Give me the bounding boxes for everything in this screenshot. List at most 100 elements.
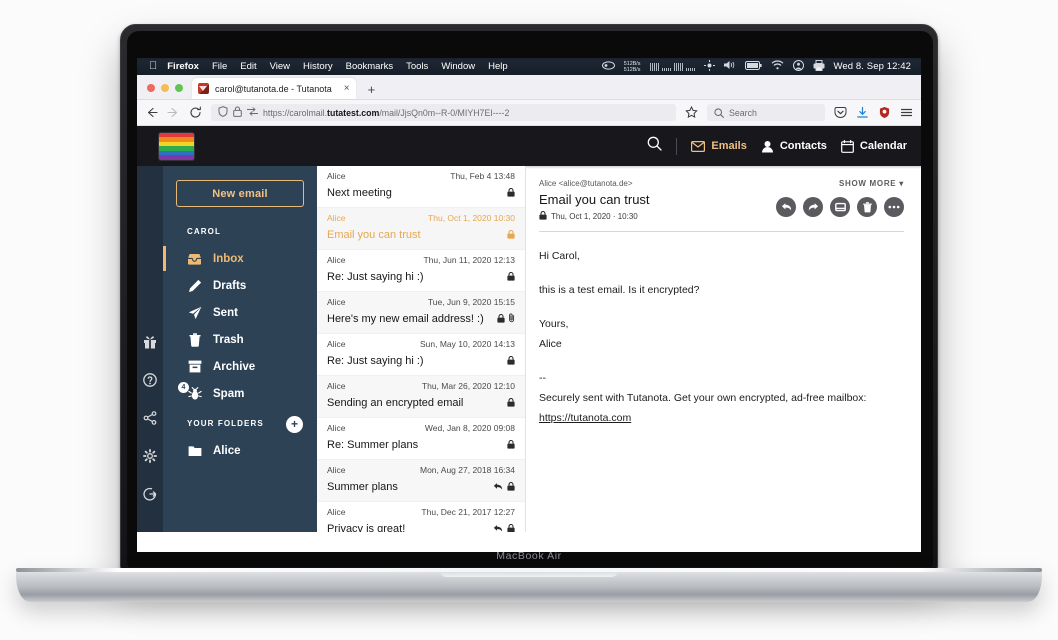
- pocket-icon[interactable]: [834, 106, 847, 119]
- tutanota-pride-logo-icon[interactable]: [159, 132, 194, 160]
- menu-tools[interactable]: Tools: [406, 61, 428, 72]
- mail-sender: Alice: [327, 171, 346, 181]
- close-tab-icon[interactable]: ×: [338, 83, 350, 94]
- mail-detail-header: Alice <alice@tutanota.de> Email you can …: [539, 179, 904, 222]
- table-row[interactable]: Alice Thu, Jun 11, 2020 12:13 Re: Just say…: [317, 250, 525, 292]
- sidebar-item-trash[interactable]: Trash: [163, 326, 317, 353]
- browser-tab[interactable]: carol@tutanota.de - Tutanota ×: [192, 78, 356, 99]
- download-icon[interactable]: [856, 106, 869, 119]
- account-label: CAROL: [187, 227, 221, 236]
- window-controls: [145, 84, 192, 99]
- mail-list[interactable]: Alice Thu, Feb 4 13:48 Next meeting Alice Th…: [137, 58, 921, 532]
- menubar-clock[interactable]: Wed 8. Sep 12:42: [834, 61, 911, 72]
- search-icon[interactable]: [647, 136, 663, 156]
- menu-window[interactable]: Window: [441, 61, 475, 72]
- delete-button[interactable]: [857, 197, 877, 217]
- menu-help[interactable]: Help: [488, 61, 508, 72]
- reply-button[interactable]: [776, 197, 796, 217]
- address-bar[interactable]: https://carolmail.tutatest.com/mail/JjsQ…: [211, 104, 676, 121]
- printer-icon[interactable]: [813, 59, 825, 74]
- tab-title: carol@tutanota.de - Tutanota: [215, 83, 332, 94]
- tutanota-link[interactable]: https://tutanota.com: [539, 412, 631, 424]
- add-folder-button[interactable]: +: [286, 415, 303, 433]
- mail-date: Mon, Aug 27, 2018 16:34: [420, 465, 515, 475]
- mail-subject: Email you can trust: [327, 229, 421, 241]
- browser-navbar: https://carolmail.tutatest.com/mail/JjsQ…: [137, 100, 921, 126]
- nav-divider: [676, 137, 678, 155]
- encrypted-lock-icon: [507, 478, 515, 496]
- table-row[interactable]: Alice Thu, Oct 1, 2020 10:30 Email you can…: [317, 208, 525, 250]
- browser-search-box[interactable]: Search: [707, 104, 825, 121]
- table-row[interactable]: Alice Mon, Aug 27, 2018 16:34 Summer plans: [317, 460, 525, 502]
- reload-icon[interactable]: [189, 106, 202, 119]
- laptop-base-lip: [16, 568, 1042, 572]
- back-icon[interactable]: [145, 106, 158, 119]
- sidebar-item-inbox[interactable]: Inbox: [163, 245, 317, 272]
- settings-icon[interactable]: [142, 448, 158, 468]
- more-options-button[interactable]: [884, 197, 904, 217]
- sidebar-item-sent-label: Sent: [213, 306, 238, 319]
- menu-edit[interactable]: Edit: [240, 61, 256, 72]
- menu-history[interactable]: History: [303, 61, 333, 72]
- mail-date: Thu, Feb 4 13:48: [450, 171, 515, 181]
- sidebar-item-drafts[interactable]: Drafts: [163, 272, 317, 299]
- shield-icon[interactable]: [218, 106, 228, 119]
- logout-icon[interactable]: [143, 487, 157, 506]
- mail-subject: Privacy is great!: [327, 523, 406, 532]
- table-row[interactable]: Alice Tue, Jun 9, 2020 15:15 Here's my new…: [317, 292, 525, 334]
- close-window-button[interactable]: [147, 84, 155, 92]
- mail-sender: Alice: [327, 381, 346, 391]
- table-row[interactable]: Alice Thu, Feb 4 13:48 Next meeting: [317, 166, 525, 208]
- folder-icon: [187, 445, 202, 457]
- forward-button[interactable]: [803, 197, 823, 217]
- lock-icon[interactable]: [233, 106, 242, 119]
- permissions-icon[interactable]: [246, 107, 259, 118]
- tab-calendar[interactable]: Calendar: [841, 139, 907, 153]
- brightness-icon[interactable]: [703, 59, 715, 74]
- mail-subject: Re: Summer plans: [327, 439, 419, 451]
- new-tab-button[interactable]: +: [356, 83, 386, 99]
- help-icon[interactable]: [143, 373, 157, 392]
- mail-date-row: Thu, Oct 1, 2020 · 10:30: [539, 210, 650, 222]
- mail-date: Thu, Jun 11, 2020 12:13: [423, 255, 515, 265]
- menu-view[interactable]: View: [270, 61, 290, 72]
- encrypted-lock-icon: [507, 184, 515, 202]
- tab-contacts[interactable]: Contacts: [761, 140, 827, 153]
- wifi-icon[interactable]: [771, 60, 784, 73]
- url-scheme: https://carolmail.: [263, 107, 328, 118]
- mail-date: Thu, Dec 21, 2017 12:27: [421, 507, 515, 517]
- menu-file[interactable]: File: [212, 61, 227, 72]
- sidebar-item-archive[interactable]: Archive: [163, 353, 317, 380]
- sidebar-item-alice[interactable]: Alice: [163, 437, 317, 464]
- gift-icon[interactable]: [143, 335, 157, 354]
- table-row[interactable]: Alice Thu, Dec 21, 2017 12:27 Privacy is g…: [317, 502, 525, 532]
- apple-logo-icon[interactable]: : [149, 61, 157, 72]
- user-account-icon[interactable]: [792, 59, 804, 74]
- volume-icon[interactable]: [723, 60, 736, 73]
- minimize-window-button[interactable]: [161, 84, 169, 92]
- show-more-label: SHOW MORE: [838, 179, 897, 188]
- privacy-badger-icon[interactable]: [878, 106, 891, 119]
- table-row[interactable]: Alice Wed, Jan 8, 2020 09:08 Re: Summer pl…: [317, 418, 525, 460]
- tab-emails[interactable]: Emails: [691, 140, 747, 152]
- show-more-button[interactable]: SHOW MORE ▾: [776, 179, 904, 188]
- table-row[interactable]: Alice Sun, May 10, 2020 14:13 Re: Just say…: [317, 334, 525, 376]
- browser-menu-icon[interactable]: [900, 106, 913, 119]
- new-email-button[interactable]: New email: [176, 180, 304, 207]
- eye-icon[interactable]: [601, 60, 615, 73]
- bookmark-star-icon[interactable]: [685, 105, 698, 119]
- battery-icon[interactable]: [744, 60, 762, 73]
- table-row[interactable]: Alice Thu, Mar 26, 2020 12:10 Sending an e…: [317, 376, 525, 418]
- sidebar-item-sent[interactable]: Sent: [163, 299, 317, 326]
- logo-stripe-5: [159, 155, 194, 160]
- maximize-window-button[interactable]: [175, 84, 183, 92]
- encrypted-lock-icon: [507, 352, 515, 370]
- menu-firefox[interactable]: Firefox: [167, 61, 199, 72]
- share-icon[interactable]: [143, 411, 157, 430]
- sidebar-item-spam[interactable]: 4 Spam: [163, 380, 317, 407]
- encrypted-lock-icon: [497, 310, 505, 328]
- browser-search-placeholder: Search: [729, 107, 757, 118]
- menu-bookmarks[interactable]: Bookmarks: [346, 61, 394, 72]
- move-to-folder-button[interactable]: [830, 197, 850, 217]
